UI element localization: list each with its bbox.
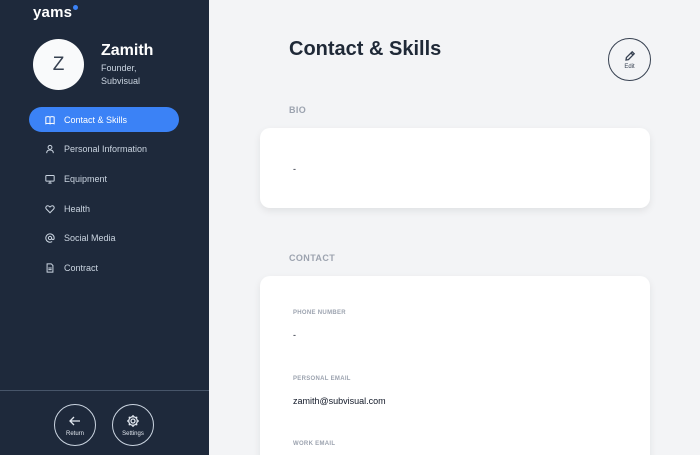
work-email-label: WORK EMAIL (293, 441, 336, 447)
arrow-left-icon (68, 414, 82, 428)
sidebar-item-label: Personal Information (64, 144, 148, 155)
gear-icon (126, 414, 140, 428)
document-icon (45, 263, 55, 273)
monitor-icon (45, 174, 55, 184)
sidebar-item-label: Health (64, 203, 91, 214)
page-title: Contact & Skills (289, 38, 442, 60)
personal-email-value: zamith@subvisual.com (293, 396, 386, 406)
phone-number-label: PHONE NUMBER (293, 310, 346, 316)
logo-dot (73, 5, 79, 10)
heart-icon (45, 204, 55, 214)
contact-card: PHONE NUMBER - PERSONAL EMAIL zamith@sub… (260, 276, 650, 455)
phone-number-value: - (293, 330, 296, 340)
sidebar-item-personal-information[interactable]: Personal Information (29, 137, 179, 162)
app-logo-text: yams (33, 4, 73, 21)
sidebar-divider (0, 390, 209, 391)
app-logo[interactable]: yams (33, 4, 79, 21)
return-label: Return (65, 430, 84, 437)
contact-section-label: CONTACT (289, 253, 336, 263)
bio-value: - (293, 164, 296, 174)
settings-button[interactable]: Settings (112, 404, 154, 446)
sidebar-nav: Contact & Skills Personal Information Eq… (29, 107, 179, 285)
edit-label: Edit (624, 63, 635, 70)
sidebar-item-equipment[interactable]: Equipment (29, 166, 179, 191)
user-icon (45, 144, 55, 154)
sidebar-item-social-media[interactable]: Social Media (29, 226, 179, 251)
sidebar-item-label: Equipment (64, 173, 108, 184)
sidebar-item-contract[interactable]: Contract (29, 255, 179, 280)
settings-label: Settings (122, 430, 144, 437)
sidebar-item-health[interactable]: Health (29, 196, 179, 221)
sidebar-item-label: Social Media (64, 233, 116, 244)
user-role: Founder, Subvisual (101, 63, 141, 86)
sidebar-item-label: Contact & Skills (64, 114, 128, 125)
avatar: Z (33, 39, 84, 90)
bio-section-label: BIO (289, 105, 307, 115)
edit-button[interactable]: Edit (608, 38, 651, 81)
at-icon (45, 233, 55, 243)
sidebar: yams Z Zamith Founder, Subvisual Contact… (0, 0, 209, 455)
sidebar-item-contact-skills[interactable]: Contact & Skills (29, 107, 179, 132)
book-icon (45, 115, 55, 125)
pencil-icon (624, 50, 636, 62)
return-button[interactable]: Return (54, 404, 96, 446)
sidebar-item-label: Contract (64, 262, 99, 273)
user-name: Zamith (101, 42, 154, 59)
main-content: Contact & Skills Edit BIO - CONTACT PHON… (209, 0, 700, 455)
bio-card: - (260, 128, 650, 208)
personal-email-label: PERSONAL EMAIL (293, 376, 351, 382)
